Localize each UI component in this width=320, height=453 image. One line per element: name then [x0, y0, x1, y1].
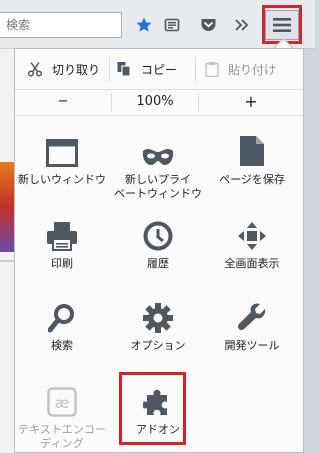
reading-list-icon[interactable] — [161, 14, 183, 36]
pocket-icon[interactable] — [197, 14, 219, 36]
copy-icon — [117, 62, 131, 77]
zoom-controls-row: − 100% + — [15, 89, 303, 115]
copy-label: コピー — [141, 62, 178, 77]
scissors-icon — [27, 62, 43, 77]
new-window-label: 新しいウィンドウ — [18, 173, 106, 186]
paste-button[interactable]: 貼り付け — [205, 49, 276, 89]
find-label: 検索 — [51, 339, 73, 352]
cut-button[interactable]: 切り取り — [27, 49, 100, 89]
developer-tools-label: 開発ツール — [224, 339, 280, 352]
new-private-window-label-line1: 新しいプライ — [125, 173, 191, 186]
zoom-out-button[interactable]: − — [15, 89, 111, 115]
print-button[interactable]: 印刷 — [16, 207, 108, 271]
overflow-chevron-icon[interactable] — [231, 14, 253, 36]
history-button[interactable]: 履歴 — [112, 207, 204, 271]
new-private-window-button[interactable]: 新しいプライ ベートウィンドウ — [112, 123, 204, 201]
paste-label: 貼り付け — [228, 62, 277, 77]
text-encoding-icon: æ — [47, 387, 77, 417]
text-encoding-label: テキストエンコー ディング — [16, 423, 108, 451]
svg-text:æ: æ — [55, 394, 70, 412]
print-label: 印刷 — [51, 257, 73, 270]
page-save-icon — [240, 136, 264, 166]
text-encoding-label-line1: テキストエンコー — [18, 423, 106, 436]
text-encoding-label-line2: ディング — [40, 437, 84, 450]
new-window-button[interactable]: 新しいウィンドウ — [16, 123, 108, 187]
printer-icon — [47, 222, 77, 251]
copy-button[interactable]: コピー — [116, 49, 177, 89]
new-private-window-label: 新しいプライ ベートウィンドウ — [112, 173, 204, 201]
options-label: オプション — [130, 339, 186, 352]
edit-separator — [195, 57, 196, 81]
bookmark-star-icon[interactable] — [133, 14, 155, 36]
edit-controls-row: 切り取り コピー 貼り付け — [15, 49, 303, 89]
window-icon — [46, 139, 78, 167]
zoom-grid-divider — [15, 115, 303, 116]
search-input[interactable]: 検索 — [0, 12, 122, 38]
wrench-icon — [237, 303, 266, 331]
new-private-window-label-line2: ベートウィンドウ — [114, 187, 202, 200]
save-page-label: ページを保存 — [219, 173, 285, 186]
fullscreen-button[interactable]: 全画面表示 — [206, 207, 298, 271]
save-page-button[interactable]: ページを保存 — [206, 123, 298, 187]
edit-separator — [109, 57, 110, 81]
fullscreen-arrows-icon — [238, 222, 266, 250]
clock-icon — [143, 221, 173, 251]
addons-highlight — [119, 372, 186, 445]
cut-label: 切り取り — [52, 62, 101, 77]
developer-tools-button[interactable]: 開発ツール — [206, 289, 298, 353]
clipboard-icon — [205, 62, 219, 77]
gear-icon — [143, 303, 173, 333]
zoom-reset-button[interactable]: 100% — [112, 89, 198, 115]
fullscreen-label: 全画面表示 — [224, 257, 280, 270]
history-label: 履歴 — [147, 257, 169, 270]
text-encoding-button[interactable]: æ テキストエンコー ディング — [16, 373, 108, 451]
find-button[interactable]: 検索 — [16, 289, 108, 353]
private-mask-icon — [142, 149, 174, 165]
magnifier-icon — [48, 304, 74, 333]
options-button[interactable]: オプション — [112, 289, 204, 353]
zoom-in-button[interactable]: + — [199, 89, 303, 115]
